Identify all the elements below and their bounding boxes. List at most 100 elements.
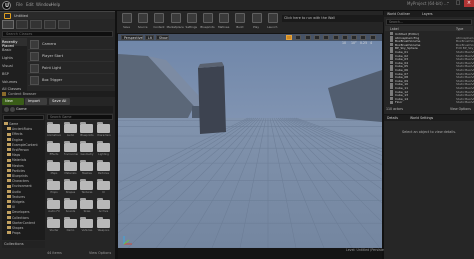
tab-details[interactable]: Details [387,116,398,120]
folder-search-input[interactable] [3,115,44,120]
toolbar-save-button[interactable]: Save [118,13,135,31]
view-options-button[interactable]: View Options [89,251,111,255]
asset-folder[interactable]: Skies [80,198,94,213]
asset-folder[interactable]: Weapons [96,217,111,232]
folder-tree-item[interactable]: Developers [7,210,47,215]
scale-snap-icon[interactable] [351,35,358,40]
folder-tree-item[interactable]: ExampleContent [7,143,47,148]
asset-folder[interactable]: Meshes [80,160,94,175]
class-search-input[interactable]: Search Classes [2,31,113,37]
asset-folder[interactable]: Characters [96,122,111,137]
placeable-camera[interactable]: Camera [28,39,114,50]
world-icon[interactable] [313,35,320,40]
menu-window[interactable]: Window [36,2,52,7]
toolbar-build-button[interactable]: Build [231,13,248,31]
perspective-chip[interactable]: Perspective [121,35,143,40]
folder-tree-item[interactable]: Game [4,122,44,127]
asset-folder[interactable]: Materials [63,160,78,175]
asset-folder[interactable]: Lighting [96,141,111,156]
col-type[interactable]: Type [456,27,463,31]
asset-folder[interactable]: Vehicles [80,217,94,232]
folder-tree-item[interactable]: Maps [7,153,47,158]
asset-folder[interactable]: Audio FX [47,198,61,213]
asset-folder[interactable]: Blueprints [80,122,94,137]
folder-tree-item[interactable]: Audio [7,190,47,195]
foliage-mode-icon[interactable] [44,20,56,29]
outliner-search-input[interactable]: Search... [386,19,472,25]
minimize-icon[interactable]: – [443,0,453,7]
menu-help[interactable]: Help [51,2,60,7]
folder-tree-item[interactable]: Props [7,231,47,236]
placeable-box-trigger[interactable]: Box Trigger [28,75,114,86]
asset-folder[interactable]: Archvis [96,198,111,213]
level-tab[interactable]: Untitled [0,11,115,19]
menu-file[interactable]: File [16,2,23,7]
save-all-button[interactable]: Save All [49,98,70,105]
surface-snap-icon[interactable] [323,35,330,40]
collections-toggle[interactable]: Collections [2,241,45,248]
new-button[interactable]: New [2,98,24,105]
category-bsp[interactable]: BSP [1,70,27,78]
placeable-player-start[interactable]: Player Start [28,51,114,62]
folder-tree-item[interactable]: Materials [7,158,47,163]
outliner-view-options[interactable]: View Options [450,107,471,111]
maximize-icon[interactable] [369,35,376,40]
scale-icon[interactable] [304,35,311,40]
folder-tree-item[interactable]: Environment [7,184,47,189]
category-visual[interactable]: Visual [1,62,27,70]
toolbar-settings-button[interactable]: Settings [183,13,200,31]
folder-tree-item[interactable]: Collections [7,216,47,221]
toolbar-source-control-button[interactable]: Source [134,13,151,31]
asset-folder[interactable]: Demo [63,217,78,232]
close-icon[interactable]: × [464,0,474,7]
asset-folder[interactable]: Starter [47,217,61,232]
level-viewport[interactable] [118,34,382,248]
path-crumb[interactable]: Game [16,107,27,111]
forward-icon[interactable] [10,107,15,112]
back-icon[interactable] [4,107,9,112]
folder-tree-item[interactable]: UI [7,205,47,210]
asset-folder[interactable]: UI [96,179,111,194]
folder-tree-item[interactable]: Effects [7,132,47,137]
asset-folder[interactable]: Sounds [63,198,78,213]
place-mode-icon[interactable] [2,20,14,29]
folder-tree-item[interactable]: Characters [7,179,47,184]
tab-layers[interactable]: Layers [422,12,433,16]
toolbar-marketplace-button[interactable]: Marketplace [167,13,184,31]
category-basic[interactable]: Basic [1,46,27,54]
folder-tree-item[interactable]: Meshes [7,164,47,169]
lit-chip[interactable]: Lit [145,35,154,40]
folder-tree-item[interactable]: Shapes [7,226,47,231]
asset-folder[interactable]: Effects [47,141,61,156]
tab-world-settings[interactable]: World Settings [410,116,433,120]
toolbar-blueprints-button[interactable]: Blueprints [199,13,216,31]
rotate-icon[interactable] [295,35,302,40]
folder-tree-item[interactable]: AncientRuins [7,127,47,132]
asset-folder[interactable]: Shapes [63,179,78,194]
maximize-icon[interactable]: □ [453,0,463,7]
folder-tree-item[interactable]: Particles [7,169,47,174]
grid-snap-icon[interactable] [332,35,339,40]
asset-folder[interactable]: Textures [80,179,94,194]
menu-edit[interactable]: Edit [26,2,34,7]
rotation-snap-icon[interactable] [341,35,348,40]
col-label[interactable]: Label [390,27,399,31]
paint-mode-icon[interactable] [16,20,28,29]
asset-folder[interactable]: Geometry [80,141,94,156]
outliner-row[interactable]: Floor StaticMeshActor [386,100,474,104]
asset-search-input[interactable]: Search Game [47,114,113,120]
asset-folder[interactable]: Animations [47,122,61,137]
folder-tree-item[interactable]: Textures [7,195,47,200]
camera-speed-icon[interactable] [360,35,367,40]
folder-tree-item[interactable]: Engine [7,138,47,143]
toolbar-content-button[interactable]: Content [150,13,167,31]
toolbar-play-button[interactable]: Play [248,13,265,31]
asset-folder[interactable]: Particles [96,160,111,175]
content-browser-tab[interactable]: Content Browser [0,91,115,97]
toolbar-launch-button[interactable]: Launch [264,13,281,31]
folder-tree-item[interactable]: StarterContent [7,221,47,226]
show-chip[interactable]: Show [156,35,169,40]
asset-folder[interactable]: Environment [63,141,78,156]
toolbar-matinee-button[interactable]: Matinee [215,13,232,31]
folder-tree-item[interactable]: FirstPerson [7,148,47,153]
